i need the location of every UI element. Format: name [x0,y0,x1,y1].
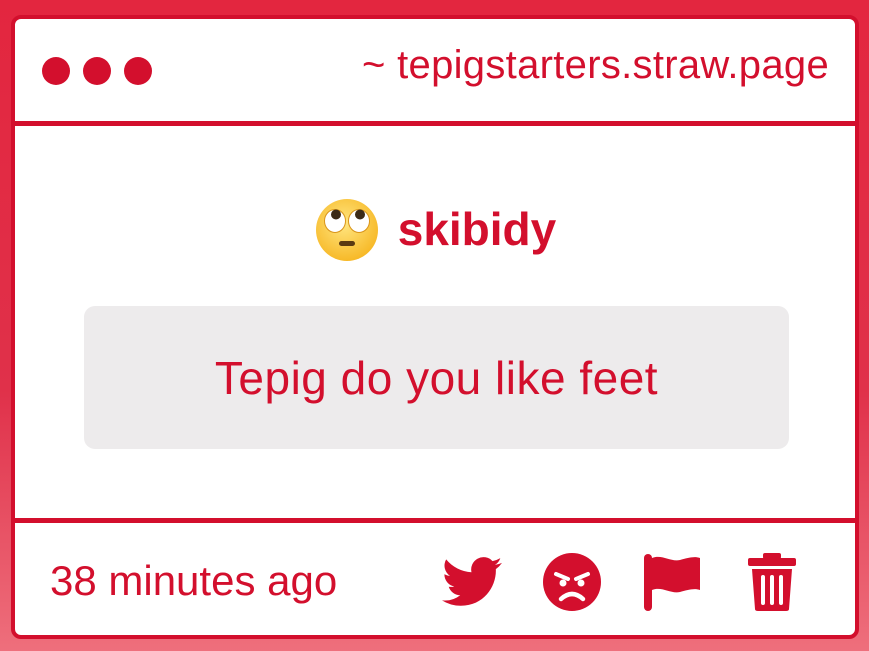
message-box: Tepig do you like feet [84,306,789,449]
post-timestamp: 38 minutes ago [50,557,338,604]
window-dot-1[interactable] [42,57,70,85]
post-card: ~ tepigstarters.straw.page skibidy Tepig… [11,15,859,639]
share-twitter-button[interactable] [441,551,503,613]
window-dot-2[interactable] [83,57,111,85]
report-button[interactable] [641,551,703,613]
flag-icon [644,554,700,611]
window-titlebar: ~ tepigstarters.straw.page [15,19,855,126]
delete-button[interactable] [741,551,803,613]
post-actions [441,551,803,613]
post-footer: 38 minutes ago [15,518,855,635]
post-author: skibidy [15,197,855,263]
angry-face-icon [543,553,601,611]
window-dot-3[interactable] [124,57,152,85]
author-name[interactable]: skibidy [398,202,557,256]
trash-icon [748,553,796,611]
twitter-bird-icon [442,557,502,606]
window-controls [42,57,152,85]
page-url[interactable]: ~ tepigstarters.straw.page [362,43,829,88]
react-angry-button[interactable] [541,551,603,613]
face-with-rolling-eyes-icon [315,199,378,261]
message-text: Tepig do you like feet [214,351,659,404]
